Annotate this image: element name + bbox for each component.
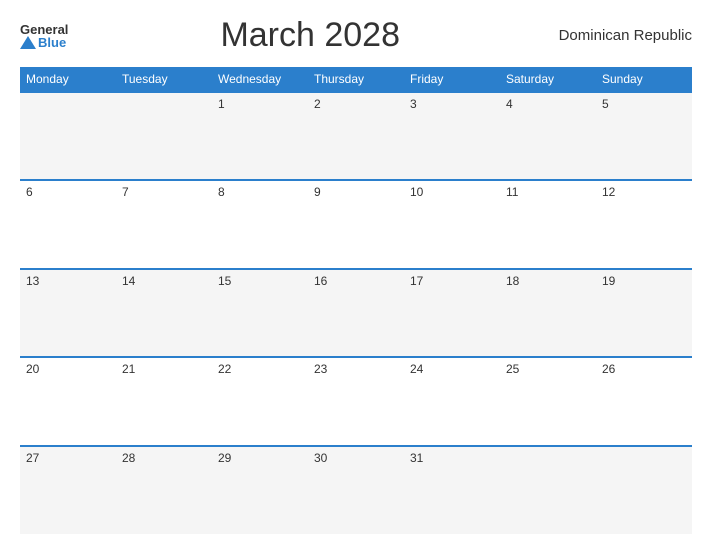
calendar-day-cell: 21: [116, 357, 212, 445]
calendar-day-header: Sunday: [596, 67, 692, 92]
day-number: 4: [506, 97, 590, 111]
day-number: 17: [410, 274, 494, 288]
day-number: 28: [122, 451, 206, 465]
calendar-day-cell: 30: [308, 446, 404, 534]
calendar-day-cell: 15: [212, 269, 308, 357]
calendar-day-cell: 14: [116, 269, 212, 357]
day-number: 1: [218, 97, 302, 111]
day-number: 31: [410, 451, 494, 465]
calendar-day-header: Wednesday: [212, 67, 308, 92]
calendar-day-cell: 16: [308, 269, 404, 357]
day-number: 20: [26, 362, 110, 376]
calendar-day-cell: 31: [404, 446, 500, 534]
day-number: 25: [506, 362, 590, 376]
calendar-day-cell: [20, 92, 116, 180]
day-number: 24: [410, 362, 494, 376]
calendar-day-cell: 12: [596, 180, 692, 268]
logo-triangle-icon: [20, 36, 36, 49]
calendar-day-header: Thursday: [308, 67, 404, 92]
calendar-day-cell: 9: [308, 180, 404, 268]
calendar-title: March 2028: [68, 16, 552, 55]
day-number: 11: [506, 185, 590, 199]
day-number: 10: [410, 185, 494, 199]
calendar-day-cell: 22: [212, 357, 308, 445]
calendar-day-cell: 20: [20, 357, 116, 445]
calendar-day-cell: 27: [20, 446, 116, 534]
day-number: 14: [122, 274, 206, 288]
calendar-day-cell: 29: [212, 446, 308, 534]
day-number: 9: [314, 185, 398, 199]
day-number: 26: [602, 362, 686, 376]
calendar-day-cell: 6: [20, 180, 116, 268]
calendar-day-cell: 26: [596, 357, 692, 445]
calendar-day-cell: 10: [404, 180, 500, 268]
calendar-table: MondayTuesdayWednesdayThursdayFridaySatu…: [20, 67, 692, 534]
calendar-week-row: 12345: [20, 92, 692, 180]
day-number: 21: [122, 362, 206, 376]
calendar-day-header: Tuesday: [116, 67, 212, 92]
calendar-day-cell: [596, 446, 692, 534]
day-number: 27: [26, 451, 110, 465]
calendar-day-cell: 4: [500, 92, 596, 180]
day-number: 6: [26, 185, 110, 199]
day-number: 7: [122, 185, 206, 199]
calendar-day-cell: 23: [308, 357, 404, 445]
day-number: 15: [218, 274, 302, 288]
country-label: Dominican Republic: [552, 27, 692, 44]
calendar-day-cell: 19: [596, 269, 692, 357]
calendar-day-cell: 17: [404, 269, 500, 357]
calendar-day-cell: 5: [596, 92, 692, 180]
calendar-day-cell: 28: [116, 446, 212, 534]
day-number: 29: [218, 451, 302, 465]
calendar-week-row: 20 21 22 23 24 25 26: [20, 357, 692, 445]
day-number: 16: [314, 274, 398, 288]
calendar-day-cell: [500, 446, 596, 534]
calendar-day-cell: 25: [500, 357, 596, 445]
logo: General Blue: [20, 23, 68, 49]
day-number: 12: [602, 185, 686, 199]
day-number: 18: [506, 274, 590, 288]
day-number: 23: [314, 362, 398, 376]
calendar-day-cell: 18: [500, 269, 596, 357]
day-number: 5: [602, 97, 686, 111]
calendar-day-header: Friday: [404, 67, 500, 92]
day-number: 22: [218, 362, 302, 376]
logo-blue-text: Blue: [38, 36, 66, 49]
calendar-day-header: Monday: [20, 67, 116, 92]
calendar-day-cell: 1: [212, 92, 308, 180]
calendar-day-cell: [116, 92, 212, 180]
day-number: 3: [410, 97, 494, 111]
calendar-body: 1234567891011121314151617181920212223242…: [20, 92, 692, 534]
calendar-day-cell: 7: [116, 180, 212, 268]
calendar-day-cell: 8: [212, 180, 308, 268]
page-header: General Blue March 2028 Dominican Republ…: [20, 16, 692, 55]
calendar-week-row: 13 14 15 16 17 18 19: [20, 269, 692, 357]
calendar-day-header: Saturday: [500, 67, 596, 92]
calendar-header-row: MondayTuesdayWednesdayThursdayFridaySatu…: [20, 67, 692, 92]
calendar-week-row: 6789 10 11 12: [20, 180, 692, 268]
day-number: 13: [26, 274, 110, 288]
calendar-day-cell: 2: [308, 92, 404, 180]
day-number: 30: [314, 451, 398, 465]
calendar-day-cell: 13: [20, 269, 116, 357]
logo-blue-area: Blue: [20, 36, 66, 49]
day-number: 8: [218, 185, 302, 199]
calendar-week-row: 27 28 29 30 31: [20, 446, 692, 534]
calendar-day-cell: 11: [500, 180, 596, 268]
calendar-day-cell: 24: [404, 357, 500, 445]
day-number: 19: [602, 274, 686, 288]
day-number: 2: [314, 97, 398, 111]
logo-general-text: General: [20, 23, 68, 36]
calendar-day-cell: 3: [404, 92, 500, 180]
